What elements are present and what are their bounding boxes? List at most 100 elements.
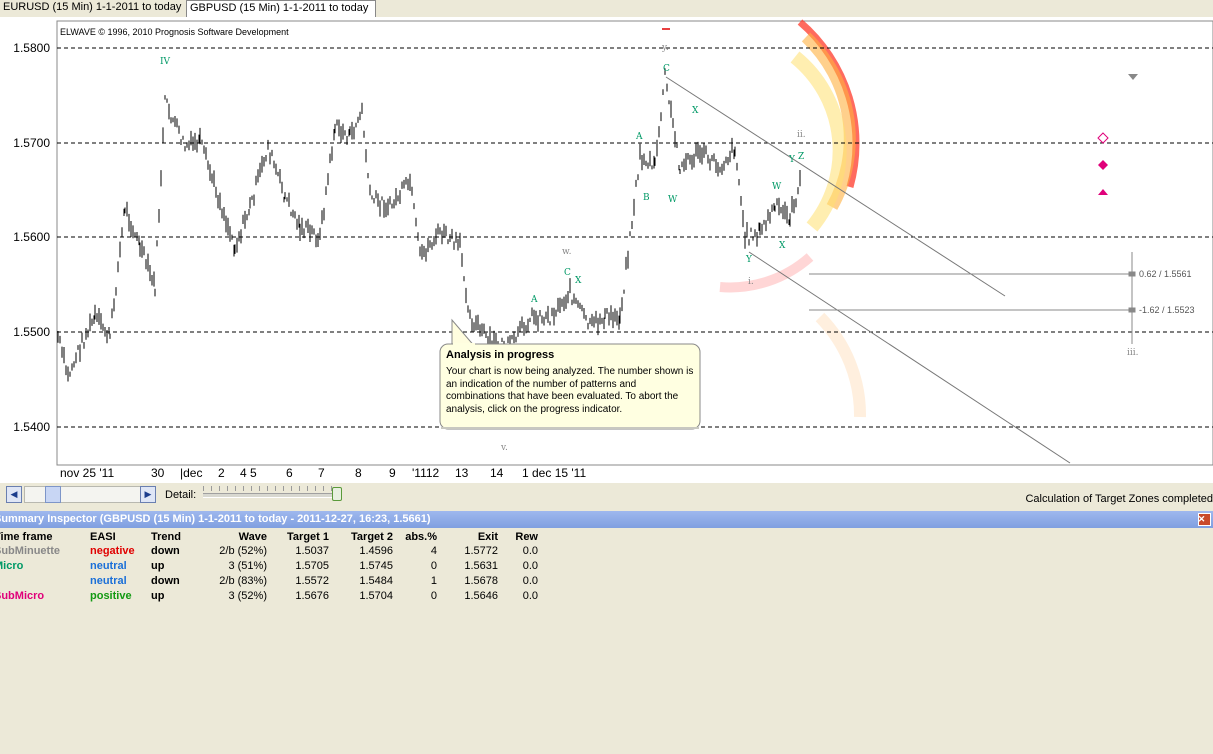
table-cell-t1: 1.5676 [295,590,329,602]
table-cell-t1: 1.5572 [295,575,329,587]
table-cell-wave: 3 (51%) [228,560,267,572]
chart-tab-bar: EURUSD (15 Min) 1-1-2011 to today GBPUSD… [0,0,1213,18]
scroll-track[interactable] [24,486,142,503]
callout-title: Analysis in progress [446,349,555,361]
table-cell-abs: 4 [430,545,437,557]
diamond-filled-marker [1098,160,1108,170]
copyright-text: ELWAVE © 1996, 2010 Prognosis Software D… [60,27,289,37]
table-cell-rew: 0.0 [522,575,538,587]
scroll-thumb[interactable] [45,486,61,503]
y-tick-label: 1.5400 [13,420,50,434]
table-cell-exit: 1.5646 [464,590,498,602]
x-tick-label: 1 dec 15 '11 [522,466,586,480]
price-chart[interactable]: 1.5800 1.5700 1.5600 1.5500 1.5400 ELWAV… [0,17,1213,483]
price-bars [57,68,801,382]
table-cell-timeframe [0,574,90,589]
wave-label: IV [160,57,171,67]
wave-label: C [663,64,670,74]
table-cell-trend: up [151,590,165,602]
column-header: Wave [238,531,267,543]
column-header: Exit [477,531,498,543]
wave-label: Y [745,255,753,265]
table-cell-easi: neutral [90,560,127,572]
wave-label: X [779,241,786,251]
table-row[interactable]: SubMicro positive up 3 (52%) 1.5676 1.5704 0 1.… [0,589,538,604]
wave-label: v. [500,443,508,453]
x-tick-label: 2 [218,466,225,480]
x-tick-label: 30 [151,466,165,480]
wave-label: w. [562,247,572,257]
x-tick-label: 9 [389,466,396,480]
x-tick-label: 4 5 [240,466,257,480]
wave-label: B [643,193,650,203]
table-cell-wave: 2/b (83%) [219,575,267,587]
table-row[interactable]: neutral down 2/b (83%) 1.5572 1.5484 1 1.5678 0… [0,574,538,589]
wave-label: A [635,132,643,142]
detail-slider-thumb[interactable] [332,487,342,501]
scroll-left-button[interactable]: ◀ [6,486,22,503]
detail-label: Detail: [165,489,197,501]
chart-navigation-bar: ◀ ▶ Detail: Calculation of Target Zones … [0,483,1213,507]
column-header: Target 2 [351,531,393,543]
table-cell-easi: negative [90,545,135,557]
x-tick-label: |dec [180,466,202,480]
panel-title: Summary Inspector (GBPUSD (15 Min) 1-1-2… [0,513,431,525]
table-cell-abs: 0 [430,560,437,572]
x-tick-label: 7 [318,466,325,480]
table-cell-t2: 1.5704 [359,590,393,602]
scroll-right-button[interactable]: ▶ [140,486,156,503]
inspector-table: Time frame EASI Trend Wave Target 1 Targ… [0,530,538,604]
table-cell-timeframe: SubMicro [0,590,45,602]
tab-eurusd[interactable]: EURUSD (15 Min) 1-1-2011 to today [0,0,188,16]
x-tick-label: '1112 [412,466,440,480]
triangle-down-marker [1128,74,1138,80]
x-tick-label: 6 [286,466,293,480]
y-tick-label: 1.5500 [13,325,50,339]
wave-label: C [564,268,571,278]
callout-text: Analysis in progress Your chart is now b… [446,349,696,416]
column-header: Target 1 [287,531,329,543]
table-cell-rew: 0.0 [522,590,538,602]
detail-slider-track[interactable] [203,493,339,498]
table-cell-abs: 1 [430,575,437,587]
table-cell-trend: down [151,575,180,587]
table-cell-rew: 0.0 [522,560,538,572]
panel-scrollbar[interactable] [1203,528,1213,588]
triangle-up-marker [1098,189,1108,195]
table-cell-timeframe: Micro [0,560,24,572]
close-button[interactable]: ✕ [1198,513,1211,526]
summary-inspector: Time frame EASI Trend Wave Target 1 Targ… [0,528,1213,754]
table-cell-t1: 1.5037 [295,545,329,557]
callout-body: Your chart is now being analyzed. The nu… [446,366,694,415]
table-row[interactable]: Micro neutral up 3 (51%) 1.5705 1.5745 0 1.5631… [0,559,538,574]
table-cell-wave: 2/b (52%) [219,545,267,557]
tab-gbpusd[interactable]: GBPUSD (15 Min) 1-1-2011 to today [186,0,376,18]
table-row[interactable]: SubMinuette negative down 2/b (52%) 1.5037 1.… [0,544,538,559]
target-label: 0.62 / 1.5561 [1139,269,1192,279]
wave-label: A [530,295,538,305]
target-zone-lines [809,252,1136,344]
wave-label: iii. [1127,348,1139,358]
column-header: Time frame [0,531,53,543]
target-label: -1.62 / 1.5523 [1139,305,1195,315]
table-cell-abs: 0 [430,590,437,602]
close-icon: ✕ [1197,514,1206,524]
wave-label: y. [661,43,669,53]
wave-label: Z [798,152,804,162]
table-cell-trend: down [151,545,180,557]
table-cell-t2: 1.5745 [359,560,393,572]
table-cell-rew: 0.0 [522,545,538,557]
y-tick-label: 1.5700 [13,136,50,150]
detail-slider-ticks [203,486,339,491]
x-tick-label: nov 25 '11 [60,466,114,480]
column-header: Trend [151,531,181,543]
table-cell-t2: 1.5484 [359,575,393,587]
column-header: EASI [90,531,116,543]
y-tick-label: 1.5600 [13,230,50,244]
column-header: abs.% [405,531,437,543]
diamond-outline-marker [1097,132,1109,144]
chevron-left-icon: ◀ [10,489,18,499]
chevron-right-icon: ▶ [144,489,152,499]
table-cell-easi: positive [90,590,132,602]
x-tick-label: 8 [355,466,362,480]
